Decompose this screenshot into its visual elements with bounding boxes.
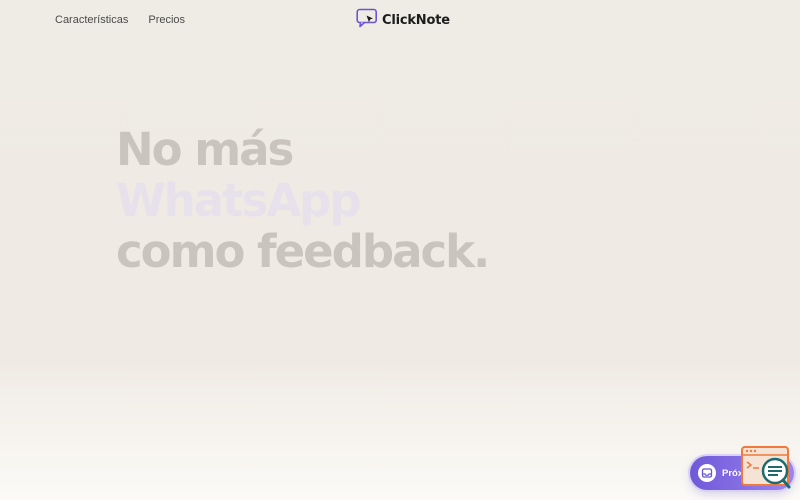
hero-line-3: como feedback.	[116, 225, 490, 278]
hero-line-2-highlight: WhatsApp	[116, 174, 362, 227]
brand-name: ClickNote	[382, 13, 450, 28]
feedback-launcher-button[interactable]	[741, 446, 793, 490]
inbox-icon	[698, 464, 716, 482]
brand-logo[interactable]: ClickNote	[356, 8, 450, 33]
search-feedback-icon	[741, 446, 791, 489]
chat-cursor-icon	[356, 8, 378, 33]
header-nav: Características Precios	[55, 14, 185, 26]
nav-link-caracteristicas[interactable]: Características	[55, 14, 128, 26]
hero-headline: No más WhatsApp como feedback.	[116, 123, 490, 278]
hero-dot: .	[473, 225, 490, 278]
hero-line-3-text: como feedback	[116, 225, 475, 278]
hero-line-1: No más	[116, 123, 294, 176]
nav-link-precios[interactable]: Precios	[148, 14, 185, 26]
